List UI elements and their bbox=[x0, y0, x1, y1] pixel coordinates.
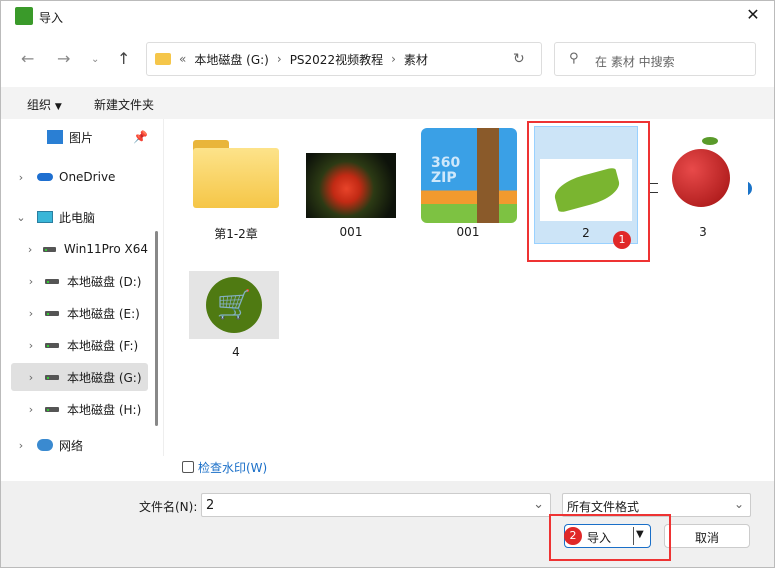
pin-icon[interactable]: 📌 bbox=[133, 130, 148, 144]
drive-icon bbox=[45, 310, 59, 316]
network-icon bbox=[37, 439, 53, 451]
watermark-checkbox[interactable] bbox=[182, 461, 194, 473]
chevron-right-icon[interactable]: › bbox=[21, 243, 39, 256]
computer-icon bbox=[37, 211, 53, 223]
apple-thumbnail bbox=[658, 129, 748, 219]
sidebar-item-drive-h[interactable]: › 本地磁盘 (H:) bbox=[11, 395, 148, 423]
tulip-thumbnail bbox=[306, 153, 396, 218]
sidebar-item-drive-g[interactable]: › 本地磁盘 (G:) bbox=[11, 363, 148, 391]
sidebar-item-this-pc[interactable]: ⌄ 此电脑 bbox=[11, 203, 148, 231]
drive-icon bbox=[45, 406, 59, 412]
chevron-down-icon[interactable]: ⌄ bbox=[533, 497, 544, 512]
sidebar-item-label: 本地磁盘 (G:) bbox=[67, 370, 142, 385]
forward-icon[interactable]: → bbox=[57, 49, 70, 68]
file-item-image[interactable]: 3 bbox=[648, 126, 758, 246]
drive-icon bbox=[45, 342, 59, 348]
breadcrumb-overflow[interactable]: « bbox=[179, 52, 186, 66]
sidebar-item-label: 本地磁盘 (E:) bbox=[67, 306, 140, 321]
up-icon[interactable]: ↑ bbox=[117, 49, 130, 68]
system-drive-icon bbox=[43, 246, 56, 252]
app-icon bbox=[15, 7, 33, 25]
file-name: 3 bbox=[699, 225, 707, 239]
sidebar-item-drive-e[interactable]: › 本地磁盘 (E:) bbox=[11, 299, 148, 327]
step-badge-1: 1 bbox=[613, 231, 631, 249]
filename-value: 2 bbox=[206, 498, 215, 513]
refresh-icon[interactable]: ↻ bbox=[513, 51, 525, 67]
sidebar-item-label: 网络 bbox=[59, 438, 84, 453]
filename-label: 文件名(N): bbox=[139, 500, 198, 514]
file-name: 001 bbox=[339, 225, 363, 239]
address-bar[interactable]: « 本地磁盘 (G:) › PS2022视频教程 › 素材 bbox=[146, 42, 542, 76]
zip-archive-icon: 360 ZIP bbox=[421, 128, 517, 223]
drive-icon bbox=[45, 278, 59, 284]
import-dialog: 导入 ✕ ← → ⌄ ↑ « 本地磁盘 (G:) › PS2022视频教程 › 素材… bbox=[0, 0, 775, 568]
chevron-right-icon: › bbox=[276, 52, 282, 66]
file-item-image[interactable]: 001 bbox=[296, 126, 406, 246]
zip-brand-text: 360 ZIP bbox=[431, 155, 461, 186]
sidebar-item-label: 本地磁盘 (F:) bbox=[67, 338, 139, 353]
filename-input[interactable]: 2 ⌄ bbox=[201, 493, 551, 517]
window-title: 导入 bbox=[39, 11, 64, 25]
back-icon[interactable]: ← bbox=[21, 49, 34, 68]
sidebar-item-pictures[interactable]: 图片 📌 bbox=[11, 123, 148, 151]
file-item-folder[interactable]: 第1-2章 bbox=[181, 126, 291, 246]
sidebar-item-drive-f[interactable]: › 本地磁盘 (F:) bbox=[11, 331, 148, 359]
chevron-right-icon[interactable]: › bbox=[11, 171, 31, 184]
annotation-box-1 bbox=[527, 121, 650, 262]
drive-icon bbox=[45, 374, 59, 380]
file-name: 第1-2章 bbox=[214, 227, 258, 241]
command-bar: 组织 ▼ 新建文件夹 ▼ ? bbox=[1, 87, 774, 196]
watermark-checkbox-label[interactable]: 检查水印(W) bbox=[198, 459, 267, 476]
sidebar-item-label: 本地磁盘 (D:) bbox=[67, 274, 142, 289]
sidebar-item-label: OneDrive bbox=[59, 170, 116, 184]
organize-label: 组织 bbox=[27, 98, 52, 112]
file-name: 4 bbox=[232, 345, 240, 359]
chevron-down-icon[interactable]: ⌄ bbox=[734, 497, 744, 511]
cloud-icon bbox=[37, 173, 53, 181]
caret-down-icon: ▼ bbox=[54, 102, 62, 112]
sidebar-item-label: Win11Pro X64 bbox=[63, 242, 148, 256]
organize-button[interactable]: 组织 ▼ bbox=[27, 96, 62, 113]
cart-thumbnail: 🛒 bbox=[189, 271, 279, 339]
sidebar-item-drive-d[interactable]: › 本地磁盘 (D:) bbox=[11, 267, 148, 295]
breadcrumb-item[interactable]: PS2022视频教程 bbox=[290, 51, 383, 68]
filetype-value: 所有文件格式 bbox=[567, 500, 640, 514]
pictures-icon bbox=[47, 130, 63, 144]
search-icon: ⚲ bbox=[569, 51, 579, 66]
folder-icon bbox=[193, 140, 279, 208]
cancel-button[interactable]: 取消 bbox=[664, 524, 750, 548]
folder-icon bbox=[155, 53, 171, 65]
close-button[interactable]: ✕ bbox=[741, 5, 765, 24]
chevron-right-icon: › bbox=[391, 52, 396, 66]
sidebar-item-onedrive[interactable]: › OneDrive bbox=[11, 163, 148, 191]
sidebar-item-win11[interactable]: › Win11Pro X64 bbox=[11, 235, 148, 263]
navigation-pane: 图片 📌 › OneDrive ⌄ 此电脑 › Win11Pro X64 › 本地磁盘 (… bbox=[1, 119, 164, 456]
sidebar-scrollbar[interactable] bbox=[155, 231, 158, 426]
title-bar: 导入 ✕ bbox=[1, 1, 774, 33]
breadcrumb-item[interactable]: 素材 bbox=[404, 51, 428, 68]
file-item-image[interactable]: 🛒 4 bbox=[181, 266, 291, 366]
new-folder-button[interactable]: 新建文件夹 bbox=[94, 96, 154, 113]
sidebar-item-network[interactable]: › 网络 bbox=[11, 435, 148, 455]
breadcrumb-item[interactable]: 本地磁盘 (G:) bbox=[194, 51, 269, 68]
sidebar-item-label: 本地磁盘 (H:) bbox=[67, 402, 142, 417]
recent-dropdown-icon[interactable]: ⌄ bbox=[91, 54, 99, 65]
chevron-down-icon[interactable]: ⌄ bbox=[11, 211, 31, 224]
step-badge-2: 2 bbox=[564, 527, 582, 545]
file-name: 001 bbox=[456, 225, 480, 239]
search-input[interactable]: 在 素材 中搜索 bbox=[554, 42, 756, 76]
file-item-zip[interactable]: 360 ZIP 001 bbox=[413, 126, 523, 246]
sidebar-item-label: 此电脑 bbox=[59, 210, 96, 225]
sidebar-item-label: 图片 bbox=[69, 130, 94, 145]
cart-icon: 🛒 bbox=[206, 277, 262, 333]
